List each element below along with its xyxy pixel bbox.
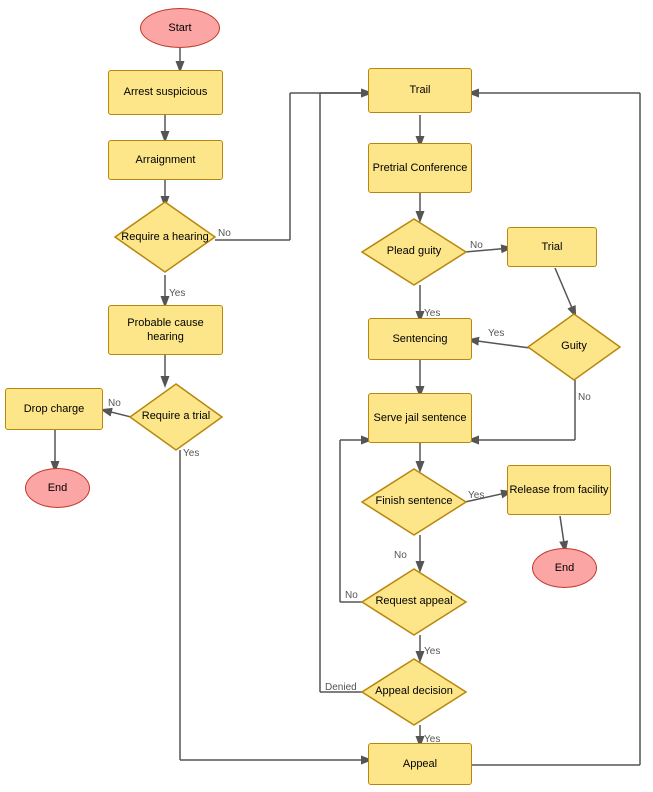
svg-text:No: No	[108, 398, 121, 409]
svg-text:Yes: Yes	[488, 328, 504, 339]
drop-charge-node: Drop charge	[5, 388, 103, 430]
appeal-decision-node: Appeal decision	[360, 657, 468, 727]
finish-sentence-node: Finish sentence	[360, 467, 468, 537]
svg-text:Denied: Denied	[325, 682, 357, 693]
svg-text:No: No	[394, 550, 407, 561]
guilty-node: Guity	[526, 312, 622, 382]
svg-text:No: No	[578, 392, 591, 403]
plead-guilty-node: Plead guity	[360, 217, 468, 287]
serve-jail-node: Serve jail sentence	[368, 393, 472, 443]
probable-cause-node: Probable cause hearing	[108, 305, 223, 355]
require-hearing-node: Require a hearing	[113, 200, 217, 275]
require-trial-node: Require a trial	[128, 382, 224, 452]
sentencing-node: Sentencing	[368, 318, 472, 360]
end-right-node: End	[532, 548, 597, 588]
svg-text:No: No	[470, 240, 483, 251]
trial-node: Trial	[507, 227, 597, 267]
svg-text:No: No	[218, 228, 231, 239]
arrest-node: Arrest suspicious	[108, 70, 223, 115]
svg-text:Yes: Yes	[468, 490, 484, 501]
request-appeal-node: Request appeal	[360, 567, 468, 637]
pretrial-node: Pretrial Conference	[368, 143, 472, 193]
arraignment-node: Arraignment	[108, 140, 223, 180]
appeal-node: Appeal	[368, 743, 472, 785]
start-node: Start	[140, 8, 220, 48]
trail-node: Trail	[368, 68, 472, 113]
svg-text:Yes: Yes	[424, 646, 440, 657]
release-node: Release from facility	[507, 465, 611, 515]
svg-text:Yes: Yes	[169, 288, 185, 299]
svg-text:No: No	[345, 590, 358, 601]
end-left-node: End	[25, 468, 90, 508]
